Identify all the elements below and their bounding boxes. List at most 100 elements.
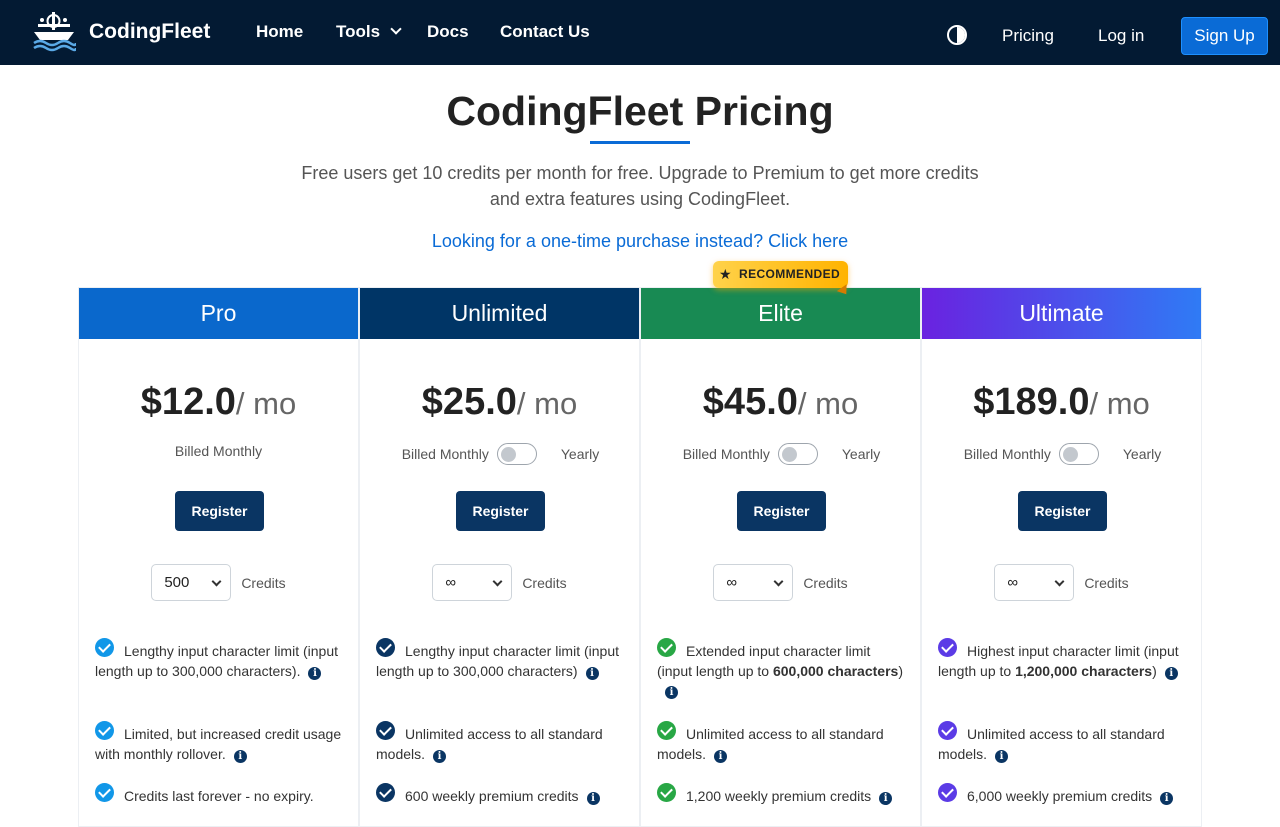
feature-text: 6,000 weekly premium credits xyxy=(967,788,1153,804)
feature-text: Lengthy input character limit (input len… xyxy=(376,643,619,679)
page-title: CodingFleet Pricing xyxy=(446,88,834,134)
credits-row: ∞ Credits xyxy=(360,564,639,601)
feature-highlight: 1,200,000 characters xyxy=(1015,662,1153,679)
feature-text: Limited, but increased credit usage with… xyxy=(95,726,342,762)
page-subtitle: Free users get 10 credits per month for … xyxy=(301,163,979,209)
price-unit: / mo xyxy=(1089,386,1150,421)
check-circle-icon xyxy=(657,783,676,802)
check-circle-icon xyxy=(938,638,957,657)
title-underline xyxy=(590,141,690,144)
feature-text: Credits last forever - no expiry. xyxy=(124,788,314,804)
feature-item: Unlimited access to all standard models.… xyxy=(938,721,1188,764)
info-icon[interactable]: i xyxy=(233,749,247,763)
price-amount: $12.0 xyxy=(140,381,236,423)
plan-name: Elite xyxy=(641,288,920,339)
info-icon[interactable]: i xyxy=(308,666,322,680)
plan-card-unlimited: Unlimited $25.0/ mo Billed Monthly Yearly Re… xyxy=(359,287,640,827)
check-circle-icon xyxy=(376,638,395,657)
credits-label: Credits xyxy=(522,574,567,591)
feature-item: 1,200 weekly premium credits i xyxy=(657,783,907,807)
billing-toggle[interactable] xyxy=(496,443,537,465)
recommended-badge: ★ RECOMMENDED xyxy=(713,261,848,288)
billing-toggle[interactable] xyxy=(777,443,818,465)
credits-select[interactable]: 500 xyxy=(151,564,232,601)
feature-text: 600 weekly premium credits xyxy=(405,788,579,804)
nav-pricing[interactable]: Pricing xyxy=(1002,26,1054,46)
credits-row: 500 Credits xyxy=(79,564,358,601)
feature-item: Highest input character limit (input len… xyxy=(938,638,1188,681)
credits-label: Credits xyxy=(1084,574,1129,591)
check-circle-icon xyxy=(95,783,114,802)
plan-price: $189.0/ mo xyxy=(922,381,1201,424)
info-icon[interactable]: i xyxy=(433,749,447,763)
feature-item: Limited, but increased credit usage with… xyxy=(95,721,345,764)
feature-item: Unlimited access to all standard models.… xyxy=(657,721,907,764)
onetime-purchase-link[interactable]: Looking for a one-time purchase instead?… xyxy=(0,231,1280,252)
info-icon[interactable]: i xyxy=(586,792,600,805)
nav-tools[interactable]: Tools xyxy=(336,22,402,42)
plan-price: $45.0/ mo xyxy=(641,381,920,424)
feature-text: Lengthy input character limit (input len… xyxy=(95,643,338,679)
billed-monthly-label: Billed Monthly xyxy=(963,446,1051,462)
credits-row: ∞ Credits xyxy=(641,564,920,601)
info-icon[interactable]: i xyxy=(714,749,728,763)
credits-select[interactable]: ∞ xyxy=(994,564,1075,601)
plan-price: $12.0/ mo xyxy=(79,381,358,424)
info-icon[interactable]: i xyxy=(995,749,1009,763)
nav-login[interactable]: Log in xyxy=(1098,26,1144,46)
feature-item: 600 weekly premium credits i xyxy=(376,783,626,807)
feature-item: 6,000 weekly premium credits i xyxy=(938,783,1188,807)
signup-button[interactable]: Sign Up xyxy=(1181,17,1268,55)
plan-name: Unlimited xyxy=(360,288,639,339)
info-icon[interactable]: i xyxy=(585,666,599,680)
recommended-label: RECOMMENDED xyxy=(739,267,841,281)
price-amount: $45.0 xyxy=(702,381,798,423)
feature-item: Lengthy input character limit (input len… xyxy=(376,638,626,681)
credits-row: ∞ Credits xyxy=(922,564,1201,601)
billing-toggle[interactable] xyxy=(1058,443,1099,465)
ship-logo-icon xyxy=(33,12,76,52)
register-button[interactable]: Register xyxy=(737,491,826,531)
credits-select[interactable]: ∞ xyxy=(713,564,794,601)
billing-row: Billed Monthly Yearly xyxy=(922,443,1201,465)
register-button[interactable]: Register xyxy=(175,491,264,531)
register-button[interactable]: Register xyxy=(456,491,545,531)
credits-select[interactable]: ∞ xyxy=(432,564,513,601)
billing-row: Billed Monthly xyxy=(79,443,358,459)
plan-card-ultimate: Ultimate $189.0/ mo Billed Monthly Yearly Re… xyxy=(921,287,1202,827)
feature-item: Extended input character limit (input le… xyxy=(657,638,907,701)
billed-monthly-label: Billed Monthly xyxy=(682,446,770,462)
nav-contact[interactable]: Contact Us xyxy=(500,22,590,42)
billing-row: Billed Monthly Yearly xyxy=(641,443,920,465)
info-icon[interactable]: i xyxy=(1160,792,1174,805)
price-unit: / mo xyxy=(235,386,297,421)
feature-text-end: ) xyxy=(1152,662,1157,679)
star-icon: ★ xyxy=(719,266,732,282)
plan-card-elite: Elite $45.0/ mo Billed Monthly Yearly Regist… xyxy=(640,287,921,827)
yearly-label: Yearly xyxy=(1122,446,1162,462)
price-amount: $25.0 xyxy=(421,381,517,423)
credits-label: Credits xyxy=(241,574,286,591)
plan-name: Ultimate xyxy=(922,288,1201,339)
theme-toggle-icon[interactable] xyxy=(947,25,967,45)
check-circle-icon xyxy=(938,721,957,740)
credits-label: Credits xyxy=(803,574,848,591)
feature-highlight: 600,000 characters xyxy=(772,662,899,679)
yearly-label: Yearly xyxy=(560,446,600,462)
plan-card-pro: Pro $12.0/ mo Billed Monthly Register 500 Cre… xyxy=(78,287,359,827)
price-unit: / mo xyxy=(516,386,578,421)
brand-link[interactable]: CodingFleet xyxy=(32,10,210,52)
chevron-down-icon xyxy=(390,23,402,35)
billed-monthly-label: Billed Monthly xyxy=(174,443,263,459)
register-button[interactable]: Register xyxy=(1018,491,1107,531)
info-icon[interactable]: i xyxy=(665,686,678,699)
nav-home[interactable]: Home xyxy=(256,22,303,42)
nav-docs[interactable]: Docs xyxy=(427,22,469,42)
check-circle-icon xyxy=(657,638,676,657)
nav-tools-label: Tools xyxy=(336,22,381,41)
feature-text: Unlimited access to all standard models. xyxy=(376,726,603,762)
price-unit: / mo xyxy=(797,386,859,421)
feature-text-end: ) xyxy=(898,662,903,679)
info-icon[interactable]: i xyxy=(879,792,893,805)
info-icon[interactable]: i xyxy=(1164,666,1178,680)
